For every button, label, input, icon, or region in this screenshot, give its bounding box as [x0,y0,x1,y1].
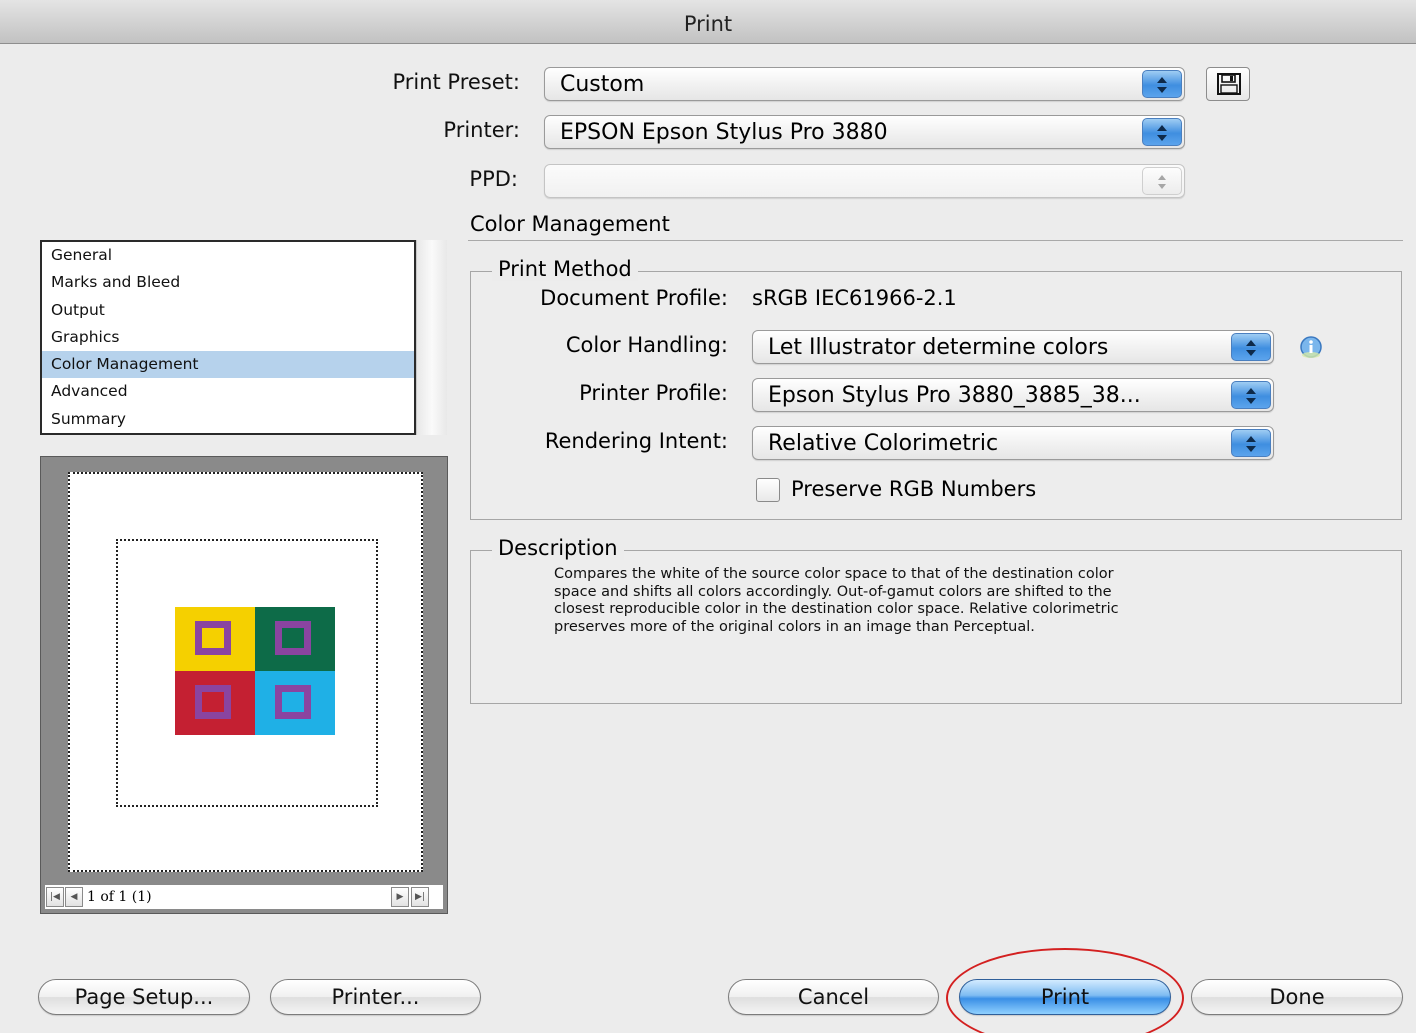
printer-profile-value: Epson Stylus Pro 3880_3885_38... [768,383,1141,408]
popup-arrows-icon [1142,70,1182,98]
category-list: General Marks and Bleed Output Graphics … [40,240,416,435]
category-item-marks-and-bleed[interactable]: Marks and Bleed [42,269,414,296]
category-item-graphics[interactable]: Graphics [42,324,414,351]
document-profile-label: Document Profile: [540,286,728,310]
printer-popup[interactable]: EPSON Epson Stylus Pro 3880 [544,115,1185,149]
section-title: Color Management [470,212,670,236]
preserve-rgb-checkbox[interactable] [756,478,780,502]
popup-arrows-icon [1231,429,1271,457]
description-line: closest reproducible color in the destin… [554,601,1119,617]
color-handling-popup[interactable]: Let Illustrator determine colors [752,330,1274,364]
red-swatch [175,671,255,735]
section-divider [468,240,1403,241]
description-text: Compares the white of the source color s… [554,566,1334,636]
category-item-advanced[interactable]: Advanced [42,378,414,405]
print-preset-popup[interactable]: Custom [544,67,1185,101]
print-preview-frame: |◀ ◀ 1 of 1 (1) ▶ ▶| [40,456,448,914]
print-preset-label: Print Preset: [392,70,520,94]
popup-arrows-icon [1231,381,1271,409]
printer-value: EPSON Epson Stylus Pro 3880 [560,120,888,145]
print-preset-value: Custom [560,72,645,97]
inner-square [195,685,231,719]
inner-square [195,621,231,655]
preserve-rgb-label: Preserve RGB Numbers [791,477,1037,501]
document-profile-value: sRGB IEC61966-2.1 [752,286,957,310]
category-item-color-management[interactable]: Color Management [42,351,414,379]
printer-profile-label: Printer Profile: [579,381,728,405]
printer-button[interactable]: Printer... [270,979,481,1015]
rendering-intent-value: Relative Colorimetric [768,431,999,456]
floppy-disk-icon [1217,73,1241,95]
ppd-label: PPD: [469,167,518,191]
description-legend: Description [492,536,624,560]
rendering-intent-popup[interactable]: Relative Colorimetric [752,426,1274,460]
preview-page[interactable] [68,472,423,872]
color-handling-value: Let Illustrator determine colors [768,335,1109,360]
ppd-popup[interactable] [544,164,1185,198]
yellow-swatch [175,607,255,671]
printer-profile-popup[interactable]: Epson Stylus Pro 3880_3885_38... [752,378,1274,412]
save-preset-button[interactable] [1206,67,1250,101]
inner-square [275,621,311,655]
page-setup-button[interactable]: Page Setup... [38,979,250,1015]
popup-arrows-icon [1142,118,1182,146]
cancel-button[interactable]: Cancel [728,979,939,1015]
popup-arrows-icon [1231,333,1271,361]
page-indicator: 1 of 1 (1) [87,889,152,905]
cyan-swatch [255,671,335,735]
window-title: Print [683,12,733,36]
category-item-summary[interactable]: Summary [42,406,414,433]
category-item-output[interactable]: Output [42,297,414,324]
description-line: preserves more of the original colors in… [554,618,1035,635]
description-line: space and shifts all colors accordingly.… [554,583,1112,600]
next-page-icon[interactable]: ▶ [391,887,409,907]
artwork-swatches [175,607,335,735]
last-page-icon[interactable]: ▶| [411,887,429,907]
previous-page-icon[interactable]: ◀ [65,887,83,907]
page-navigation-bar: |◀ ◀ 1 of 1 (1) ▶ ▶| [44,884,444,910]
popup-arrows-icon [1142,167,1182,195]
window-title-bar: Print [0,0,1416,44]
inner-square [275,685,311,719]
annotation-highlight-ring [946,948,1184,1033]
description-line: Compares the white of the source color s… [554,566,1114,582]
category-item-general[interactable]: General [42,242,414,269]
color-handling-label: Color Handling: [565,333,728,357]
category-list-scrollbar[interactable] [416,240,447,435]
info-icon[interactable] [1298,334,1324,360]
rendering-intent-label: Rendering Intent: [544,429,728,453]
done-button[interactable]: Done [1191,979,1403,1015]
print-method-legend: Print Method [492,257,638,281]
first-page-icon[interactable]: |◀ [46,887,64,907]
printer-label: Printer: [443,118,520,142]
green-swatch [255,607,335,671]
